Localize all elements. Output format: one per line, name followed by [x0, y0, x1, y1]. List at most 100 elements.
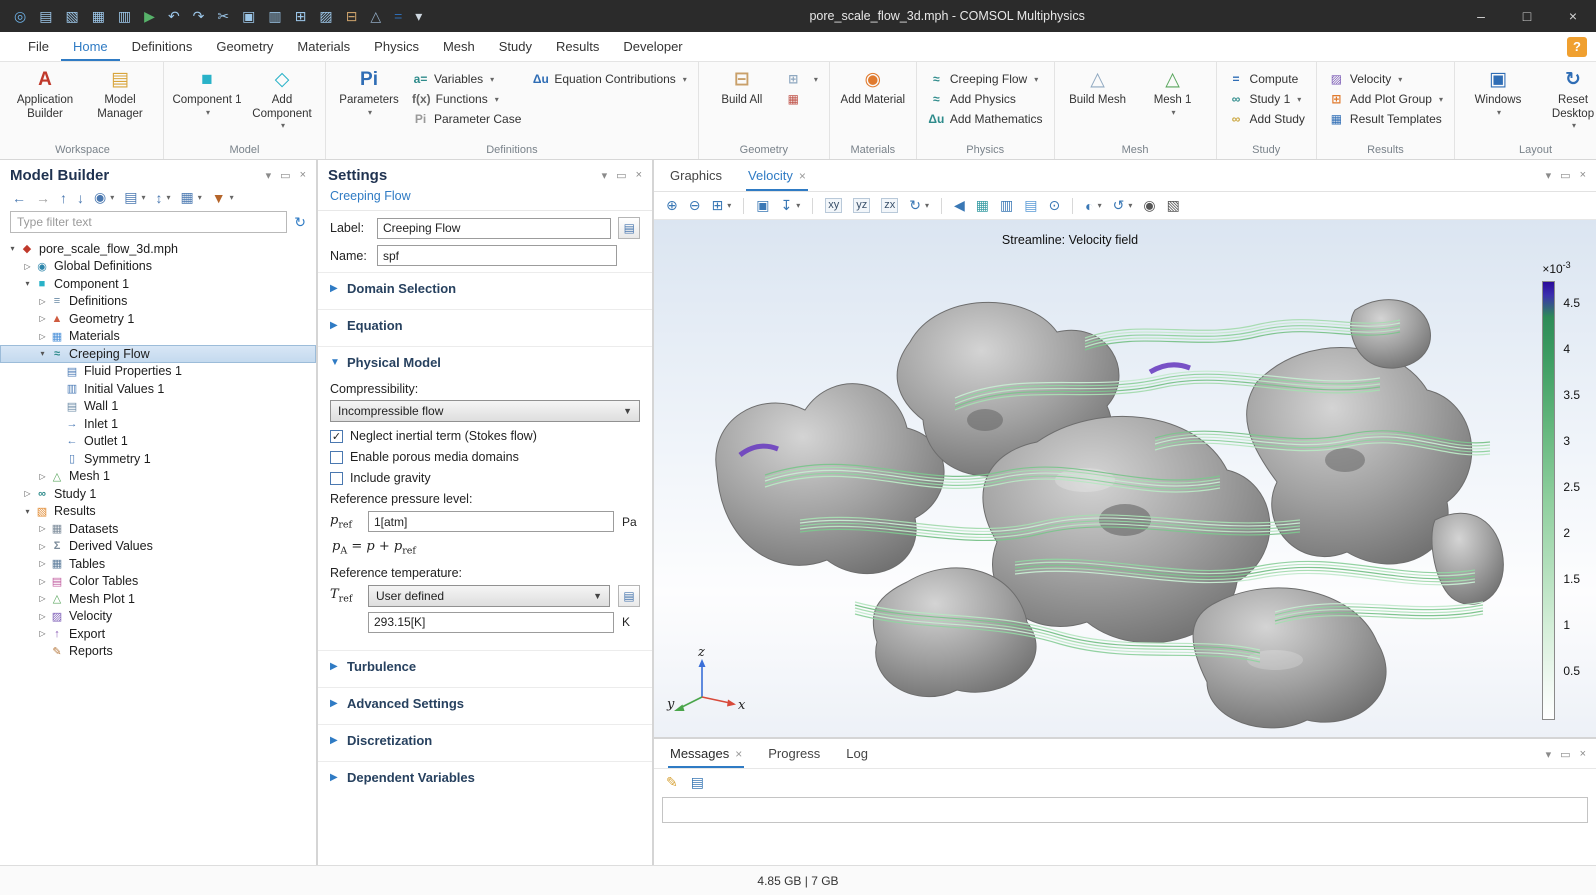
tree-item[interactable]: ▷▤Color Tables [0, 573, 316, 591]
messages-tab[interactable]: Messages × [668, 739, 744, 768]
forward-button[interactable]: → [34, 189, 52, 207]
maximize-icon[interactable]: □ [1504, 0, 1550, 32]
tree-item[interactable]: ▷∞Study 1 [0, 485, 316, 503]
zoom-extents-button[interactable]: ▣ [754, 196, 771, 215]
expand-icon[interactable]: ▷ [36, 577, 49, 586]
expand-icon[interactable]: ▷ [36, 297, 49, 306]
value-list-icon[interactable]: ▤ [618, 585, 640, 607]
clear-messages-button[interactable]: ✎ [664, 773, 680, 792]
expand-icon[interactable]: ▷ [36, 559, 49, 568]
expand-icon[interactable]: ▷ [21, 489, 34, 498]
collapse-icon[interactable]: ▾ [6, 244, 19, 253]
ribbon-button-parameter-case[interactable]: PiParameter Case [408, 110, 525, 128]
ribbon-button-model-manager[interactable]: ▤Model Manager [84, 65, 156, 124]
cut-button[interactable]: ✂ [215, 7, 231, 26]
tree-item[interactable]: ▷▦Materials [0, 328, 316, 346]
menu-tab[interactable]: Results [544, 32, 611, 61]
lock-axes-button[interactable]: ⊙ [1046, 196, 1062, 215]
ribbon-button-import-geometry[interactable]: ⊞▾ [781, 70, 822, 88]
up-button[interactable]: ↑ [58, 189, 69, 207]
menu-tab[interactable]: Geometry [204, 32, 285, 61]
ribbon-button-component-1[interactable]: ■Component 1▾ [171, 65, 243, 120]
chevron-down-icon[interactable]: ▾ [266, 169, 272, 182]
float-panel-icon[interactable]: ▭ [280, 169, 290, 182]
minimize-icon[interactable]: – [1458, 0, 1504, 32]
comsol-logo-button[interactable]: ◎ [12, 7, 28, 26]
view-yz-button[interactable]: yz [851, 197, 872, 214]
menu-tab[interactable]: Mesh [431, 32, 487, 61]
build-all-button[interactable]: ⊟ [344, 7, 360, 26]
label-input[interactable] [377, 218, 611, 239]
compressibility-select[interactable]: Incompressible flow ▼ [330, 400, 640, 422]
checkbox[interactable]: ✓ [330, 430, 343, 443]
close-icon[interactable]: × [1550, 0, 1596, 32]
reference-temperature-select[interactable]: User defined ▼ [368, 585, 610, 607]
chevron-down-icon[interactable]: ▾ [1546, 748, 1552, 761]
environment-button[interactable]: ◐▾ [1083, 197, 1103, 215]
checkbox[interactable] [330, 472, 343, 485]
ribbon-button-mesh-1[interactable]: △Mesh 1▾ [1137, 65, 1209, 120]
section-discretization[interactable]: ▶ Discretization [318, 724, 652, 755]
zoom-out-button[interactable]: ⊖ [687, 196, 703, 215]
plot-grid-button[interactable]: ▤ [1022, 196, 1039, 215]
menu-tab[interactable]: Materials [285, 32, 362, 61]
tree-item[interactable]: ✎Reports [0, 643, 316, 661]
expand-icon[interactable]: ▷ [36, 472, 49, 481]
tree-item[interactable]: ▾▧Results [0, 503, 316, 521]
build-mesh-button[interactable]: △ [368, 7, 383, 26]
ribbon-button-creeping-flow[interactable]: ≈Creeping Flow▾ [924, 70, 1047, 88]
print-button[interactable]: ▧ [1165, 196, 1182, 215]
messages-tab[interactable]: Progress [766, 739, 822, 768]
tree-item[interactable]: ▾■Component 1 [0, 275, 316, 293]
overflow-button[interactable]: ▾ [413, 7, 424, 26]
filter-button[interactable]: ▼▾ [210, 189, 236, 207]
section-turbulence[interactable]: ▶ Turbulence [318, 650, 652, 681]
save-button[interactable]: ▦ [90, 7, 107, 26]
expand-icon[interactable]: ▷ [36, 612, 49, 621]
menu-tab[interactable]: Developer [611, 32, 694, 61]
ribbon-button-velocity[interactable]: ▨Velocity▾ [1324, 70, 1447, 88]
close-panel-icon[interactable]: × [300, 169, 306, 182]
ribbon-button-add-physics[interactable]: ≈Add Physics [924, 90, 1047, 108]
menu-tab[interactable]: Study [487, 32, 544, 61]
scene-light-button[interactable]: ◀ [952, 196, 967, 215]
reset-view-button[interactable]: ↺▾ [1111, 196, 1135, 215]
view-zx-button[interactable]: zx [879, 197, 900, 214]
checkbox[interactable] [330, 451, 343, 464]
close-panel-icon[interactable]: × [1580, 748, 1586, 761]
expand-icon[interactable]: ▷ [36, 314, 49, 323]
redo-button[interactable]: ↷ [191, 7, 207, 26]
down-button[interactable]: ↓ [75, 189, 86, 207]
message-log[interactable] [662, 797, 1588, 823]
duplicate-button[interactable]: ⊞ [293, 7, 309, 26]
section-dependent-variables[interactable]: ▶ Dependent Variables [318, 761, 652, 792]
ribbon-button-equation-contributions[interactable]: ΔuEquation Contributions▾ [528, 70, 690, 88]
ribbon-button-add-mathematics[interactable]: ΔuAdd Mathematics [924, 110, 1047, 128]
name-input[interactable] [377, 245, 617, 266]
tree-item[interactable]: ▷▦Datasets [0, 520, 316, 538]
rotate-button[interactable]: ↻▾ [907, 196, 931, 215]
back-button[interactable]: ← [10, 189, 28, 207]
section-physical-model[interactable]: ▼ Physical Model [318, 346, 652, 377]
ribbon-button-compute[interactable]: =Compute [1224, 70, 1309, 88]
view-xy-button[interactable]: xy [823, 197, 844, 214]
refresh-icon[interactable]: ↻ [294, 214, 306, 231]
expand-icon[interactable]: ▷ [21, 262, 34, 271]
collapse-icon[interactable]: ▾ [36, 349, 49, 358]
menu-tab[interactable]: File [16, 32, 61, 61]
graphics-tab[interactable]: Velocity × [746, 160, 808, 191]
zoom-box-button[interactable]: ⊞▾ [709, 196, 733, 215]
model-tree-button[interactable]: ▤▾ [122, 188, 147, 207]
reference-pressure-input[interactable] [368, 511, 614, 532]
menu-tab[interactable]: Definitions [120, 32, 205, 61]
tree-item[interactable]: ▷≡Definitions [0, 293, 316, 311]
delete-button[interactable]: ▨ [317, 7, 334, 26]
close-panel-icon[interactable]: × [1580, 169, 1586, 182]
tree-item[interactable]: ▾◆pore_scale_flow_3d.mph [0, 240, 316, 258]
section-domain-selection[interactable]: ▶ Domain Selection [318, 272, 652, 303]
ribbon-button-functions[interactable]: f(x)Functions▾ [408, 90, 525, 108]
tree-item[interactable]: ▤Wall 1 [0, 398, 316, 416]
expand-icon[interactable]: ▷ [36, 524, 49, 533]
help-icon[interactable]: ? [1567, 37, 1587, 57]
ribbon-button-application-builder[interactable]: AApplication Builder [9, 65, 81, 124]
